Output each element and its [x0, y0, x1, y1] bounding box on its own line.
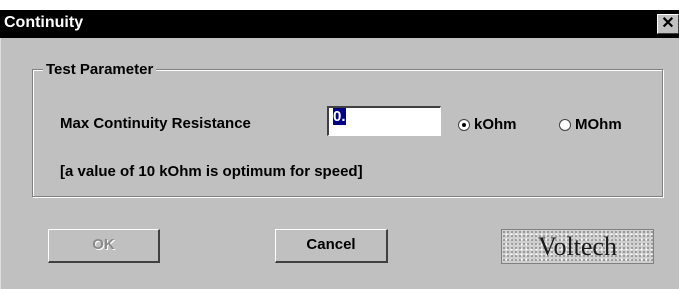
radio-selected-icon: [458, 118, 470, 131]
max-resistance-label: Max Continuity Resistance: [60, 115, 251, 132]
mohm-radio[interactable]: MOhm: [559, 116, 622, 133]
cancel-button[interactable]: Cancel: [275, 229, 388, 263]
group-label: Test Parameter: [43, 61, 157, 78]
window-top-edge: [0, 0, 679, 10]
optimum-hint: [a value of 10 kOhm is optimum for speed…: [60, 163, 363, 180]
max-resistance-input[interactable]: 0.: [327, 106, 441, 136]
dialog-title: Continuity: [4, 14, 84, 31]
ok-button[interactable]: OK: [48, 229, 160, 263]
close-icon[interactable]: ✕: [657, 14, 679, 34]
title-bar: Continuity ✕: [0, 10, 679, 38]
kohm-label: kOhm: [474, 116, 517, 133]
mohm-label: MOhm: [575, 116, 622, 133]
voltech-logo: Voltech: [501, 229, 654, 264]
radio-unselected-icon: [559, 118, 571, 131]
kohm-radio[interactable]: kOhm: [458, 116, 517, 133]
max-resistance-value: 0.: [333, 108, 346, 125]
